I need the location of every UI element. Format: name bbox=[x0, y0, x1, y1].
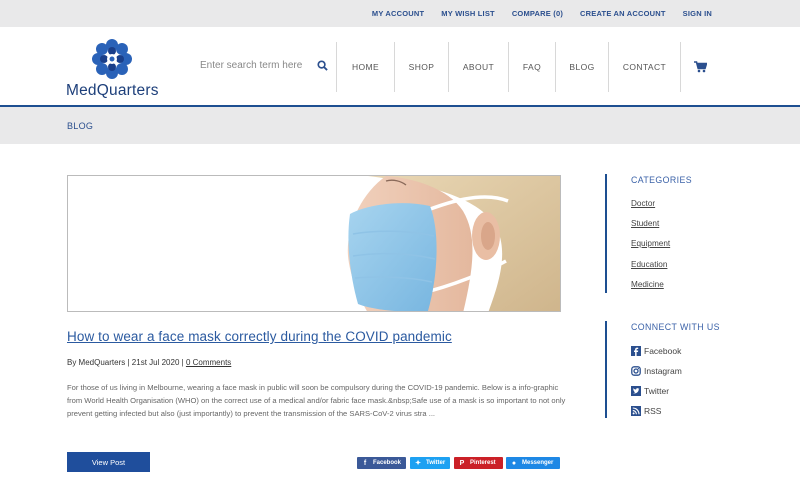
search-icon bbox=[316, 59, 328, 71]
site-header: MedQuarters HOME SHOP ABOUT FAQ BLOG CON… bbox=[0, 27, 800, 107]
breadcrumb-blog[interactable]: BLOG bbox=[67, 121, 93, 131]
my-wish-list-link[interactable]: MY WISH LIST bbox=[441, 9, 495, 18]
share-twitter-label: Twitter bbox=[426, 460, 446, 466]
logo-text-quarters: Quarters bbox=[96, 82, 159, 99]
compare-link[interactable]: COMPARE (0) bbox=[512, 9, 563, 18]
pinterest-icon: P bbox=[459, 459, 465, 467]
logo-text-med: Med bbox=[66, 82, 97, 99]
search-button[interactable] bbox=[315, 58, 329, 72]
main-nav: HOME SHOP ABOUT FAQ BLOG CONTACT bbox=[336, 42, 720, 92]
categories-heading: CATEGORIES bbox=[631, 175, 693, 185]
messenger-icon: ● bbox=[511, 459, 517, 467]
category-link[interactable]: Doctor bbox=[631, 199, 655, 208]
share-messenger-button[interactable]: ● Messenger bbox=[506, 457, 560, 469]
sign-in-link[interactable]: SIGN IN bbox=[683, 9, 712, 18]
social-twitter-link[interactable]: Twitter bbox=[631, 386, 669, 396]
twitter-icon: ✦ bbox=[415, 460, 421, 467]
category-link[interactable]: Student bbox=[631, 219, 659, 228]
social-instagram-link[interactable]: Instagram bbox=[631, 366, 682, 376]
top-utility-bar: MY ACCOUNT MY WISH LIST COMPARE (0) CREA… bbox=[0, 0, 800, 27]
social-label: Twitter bbox=[644, 386, 670, 396]
logo-flower-icon bbox=[92, 39, 132, 79]
nav-contact[interactable]: CONTACT bbox=[608, 42, 680, 92]
my-account-link[interactable]: MY ACCOUNT bbox=[372, 9, 424, 18]
logo-wordmark: MedQuarters bbox=[66, 82, 159, 100]
category-link[interactable]: Education bbox=[631, 260, 667, 269]
connect-heading: CONNECT WITH US bbox=[631, 322, 720, 332]
social-rss-link[interactable]: RSS bbox=[631, 406, 661, 416]
share-pinterest-button[interactable]: P Pinterest bbox=[454, 457, 503, 469]
post-meta: By MedQuarters | 21st Jul 2020 | 0 Comme… bbox=[67, 358, 231, 367]
share-facebook-label: Facebook bbox=[373, 460, 402, 466]
rss-icon bbox=[631, 406, 641, 416]
post-date: 21st Jul 2020 bbox=[131, 358, 180, 367]
post-title-link[interactable]: How to wear a face mask correctly during… bbox=[67, 329, 452, 344]
post-featured-image[interactable] bbox=[67, 175, 561, 312]
nav-blog[interactable]: BLOG bbox=[555, 42, 608, 92]
site-logo[interactable]: MedQuarters bbox=[66, 37, 166, 99]
sidebar-divider bbox=[605, 321, 607, 418]
facebook-icon: f bbox=[363, 459, 367, 467]
nav-shop[interactable]: SHOP bbox=[394, 42, 448, 92]
share-messenger-label: Messenger bbox=[522, 460, 554, 466]
nav-about[interactable]: ABOUT bbox=[448, 42, 508, 92]
search-box bbox=[200, 55, 330, 75]
social-label: RSS bbox=[644, 406, 662, 416]
shopping-cart-icon bbox=[694, 61, 707, 73]
nav-faq[interactable]: FAQ bbox=[508, 42, 555, 92]
share-facebook-button[interactable]: f Facebook bbox=[357, 457, 406, 469]
breadcrumb: BLOG bbox=[0, 107, 800, 144]
post-comments-link[interactable]: 0 Comments bbox=[186, 358, 231, 367]
share-pinterest-label: Pinterest bbox=[470, 460, 496, 466]
sidebar-divider bbox=[605, 174, 607, 293]
post-excerpt: For those of us living in Melbourne, wea… bbox=[67, 383, 566, 418]
search-input[interactable] bbox=[200, 59, 306, 71]
cart-button[interactable] bbox=[680, 42, 720, 92]
face-mask-photo bbox=[68, 176, 560, 311]
instagram-icon bbox=[631, 366, 641, 376]
twitter-icon bbox=[631, 386, 641, 396]
social-facebook-link[interactable]: Facebook bbox=[631, 346, 681, 356]
share-twitter-button[interactable]: ✦ Twitter bbox=[410, 457, 450, 469]
social-label: Instagram bbox=[644, 366, 682, 376]
meta-separator: | bbox=[181, 358, 184, 367]
post-author: By MedQuarters bbox=[67, 358, 126, 367]
category-link[interactable]: Equipment bbox=[631, 239, 670, 248]
social-label: Facebook bbox=[644, 346, 682, 356]
create-account-link[interactable]: CREATE AN ACCOUNT bbox=[580, 9, 666, 18]
view-post-button[interactable]: View Post bbox=[67, 452, 150, 472]
category-link[interactable]: Medicine bbox=[631, 280, 664, 289]
meta-separator: | bbox=[127, 358, 130, 367]
nav-home[interactable]: HOME bbox=[336, 42, 394, 92]
facebook-icon bbox=[631, 346, 641, 356]
